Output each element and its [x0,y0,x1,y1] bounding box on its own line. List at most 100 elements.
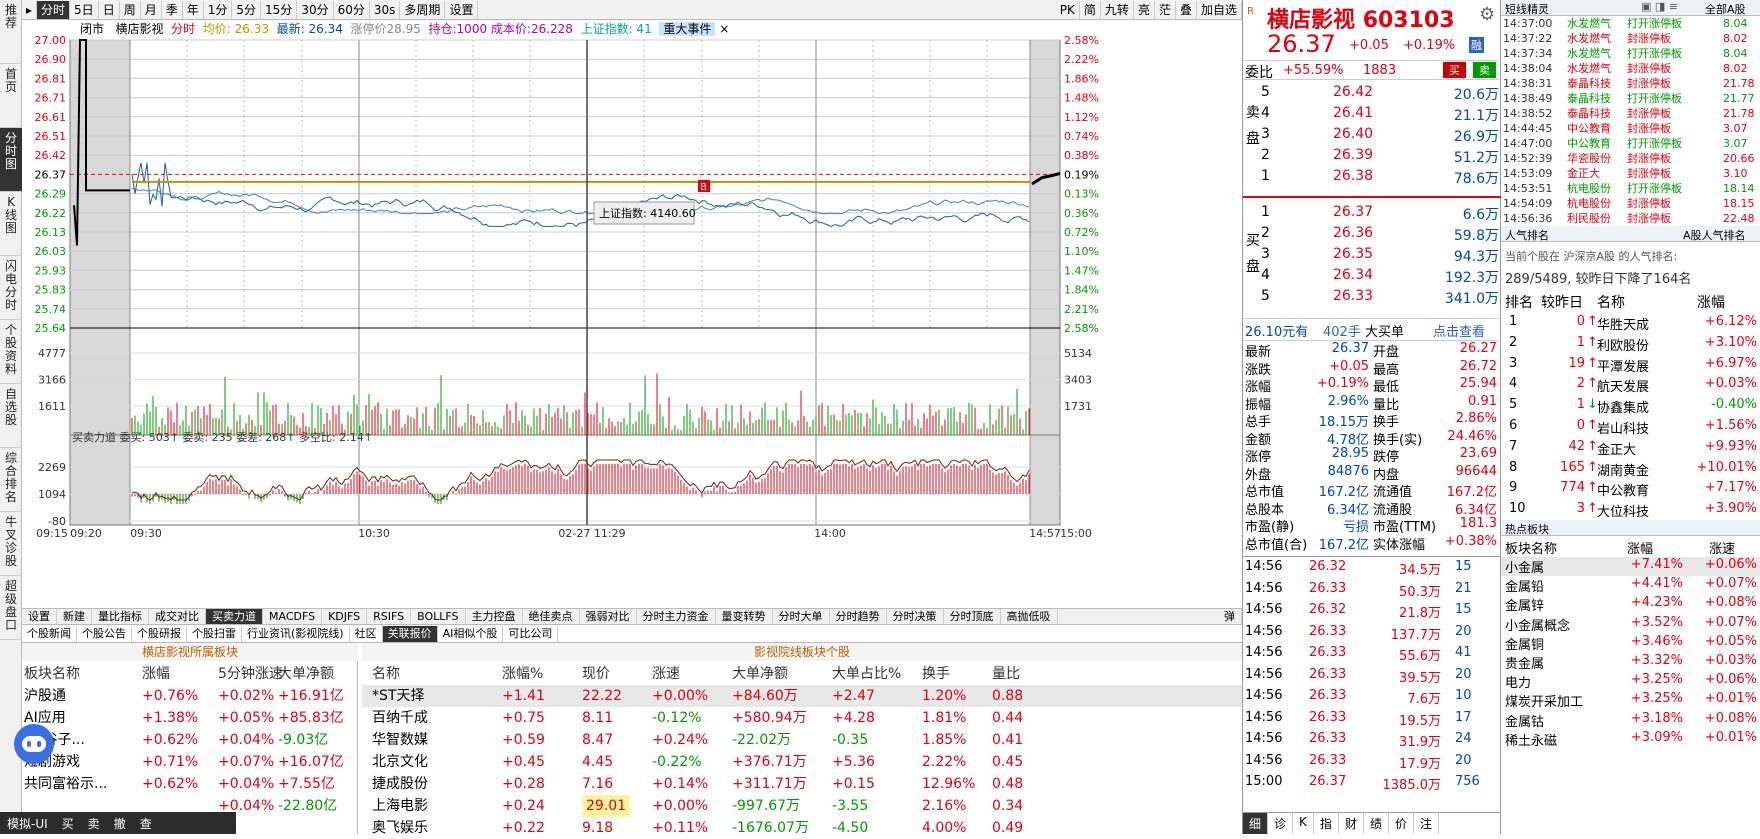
hot-row[interactable]: 金属锌 +4.23% +0.08% [1501,595,1760,614]
period-tab-3[interactable]: 周 [120,0,141,19]
status-item-3[interactable]: 撤 [107,815,133,832]
elves-row[interactable]: 14:37:34 水发燃气 打开涨停板 8.04 [1501,46,1760,61]
info-tab-5[interactable]: 社区 [350,625,383,642]
period-tab-5[interactable]: 季 [162,0,183,19]
info-tab-3[interactable]: 个股扫雷 [187,625,242,642]
elves-row[interactable]: 14:53:09 金正大 封涨停板 3.10 [1501,166,1760,181]
stock-row[interactable]: *ST天择 +1.41 22.22 +0.00% +84.60万 +2.47 1.20% 0.… [362,685,1242,707]
status-item-1[interactable]: 买 [55,815,81,832]
period-tab-9[interactable]: 15分 [261,0,298,19]
hot-row[interactable]: 金属钴 +3.18% +0.08% [1501,711,1760,730]
nav-item-3[interactable]: K线图 [0,192,22,256]
buy-button[interactable]: 买 [1443,62,1466,78]
top-right-tab-5[interactable]: 叠 [1176,0,1197,19]
popularity-row[interactable]: 10 3 ↑ 大位科技 +3.90% [1501,501,1760,521]
nav-item-4[interactable]: 闪电分时 [0,256,22,320]
assistant-bot-icon[interactable] [14,724,54,764]
indicator-tab-18[interactable]: 高抛低吸 [1001,609,1058,624]
stock-row[interactable]: 上海电影 +0.24 29.01 +0.00% -997.67万 -3.55 2.16% 0.… [362,795,1242,817]
gear-icon[interactable]: ⚙ [1479,4,1495,25]
indicator-tab-10[interactable]: 绝佳卖点 [523,609,580,624]
quote-tab-0[interactable]: 细 [1243,813,1269,834]
hot-row[interactable]: 贵金属 +3.32% +0.03% [1501,653,1760,672]
indicator-tab-11[interactable]: 强弱对比 [580,609,637,624]
info-tab-8[interactable]: 可比公司 [503,625,559,642]
big-order-view-link[interactable]: 点击查看 [1433,321,1485,340]
elves-row[interactable]: 14:53:51 杭电股份 打开涨停板 18.14 [1501,181,1760,196]
nav-item-1[interactable]: 首页 [0,64,22,128]
ask-row[interactable]: 2 26.39 51.2万 [1261,145,1501,166]
hot-row[interactable]: 煤炭开采加工 +3.25% +0.01% [1501,691,1760,710]
top-right-tab-0[interactable]: PK [1056,0,1080,19]
stock-row[interactable]: 北京文化 +0.45 4.45 -0.22% +376.71万 +5.36 2.22% 0.4… [362,751,1242,773]
bid-row[interactable]: 3 26.35 94.3万 [1261,244,1501,265]
intraday-chart-svg[interactable]: 27.00 2.58% 26.90 2.22% 26.81 1.86% 26.71 1.48%… [22,20,1242,605]
stock-row[interactable]: 捷成股份 +0.28 7.16 +0.14% +311.71万 +0.15 12.96% 0.… [362,773,1242,795]
nav-item-8[interactable]: 牛叉诊股 [0,512,22,576]
elves-row[interactable]: 14:38:31 泰晶科技 封涨停板 21.78 [1501,76,1760,91]
period-tab-12[interactable]: 30s [370,0,401,19]
popularity-row[interactable]: 5 1 ↓ 协鑫集成 -0.40% [1501,397,1760,417]
indicator-tab-1[interactable]: 新建 [57,609,92,624]
indicator-tab-2[interactable]: 量比指标 [92,609,149,624]
bid-row[interactable]: 4 26.34 192.3万 [1261,265,1501,286]
nav-item-0[interactable]: 推荐 [0,0,22,64]
quote-tab-1[interactable]: 诊 [1268,813,1294,834]
indicator-tab-9[interactable]: 主力控盘 [466,609,523,624]
popularity-row[interactable]: 6 0 ↑ 岩山科技 +1.56% [1501,418,1760,438]
popularity-filter[interactable]: A股人气排名 [1683,227,1746,243]
period-tab-2[interactable]: 日 [99,0,120,19]
bid-row[interactable]: 5 26.33 341.0万 [1261,286,1501,307]
top-right-tab-6[interactable]: 加自选 [1197,0,1242,19]
info-tab-4[interactable]: 行业资讯(影视院线) [242,625,350,642]
quote-tab-3[interactable]: 指 [1314,813,1339,834]
hot-row[interactable]: 小金属概念 +3.52% +0.07% [1501,615,1760,634]
popularity-row[interactable]: 3 19 ↑ 平潭发展 +6.97% [1501,356,1760,376]
period-tab-0[interactable]: 分时 [37,0,71,19]
popularity-row[interactable]: 7 42 ↑ 金正大 +9.93% [1501,439,1760,459]
status-item-2[interactable]: 卖 [81,815,107,832]
elves-row[interactable]: 14:44:45 中公教育 封涨停板 3.07 [1501,121,1760,136]
period-tab-6[interactable]: 年 [183,0,204,19]
period-tab-13[interactable]: 多周期 [400,0,446,19]
quote-tab-6[interactable]: 价 [1389,813,1414,834]
elves-row[interactable]: 14:38:04 水发燃气 封涨停板 8.02 [1501,61,1760,76]
popularity-row[interactable]: 1 0 ↑ 华胜天成 +6.12% [1501,314,1760,334]
stock-row[interactable]: 奥飞娱乐 +0.22 9.18 +0.11% -1676.07万 -4.50 4.00% 0.… [362,817,1242,839]
hot-row[interactable]: 小金属 +7.41% +0.06% [1501,557,1760,576]
popup-toggle[interactable]: 弹 [1218,609,1242,624]
quote-tab-5[interactable]: 绩 [1364,813,1389,834]
elves-row[interactable]: 14:38:49 泰晶科技 打开涨停板 21.77 [1501,91,1760,106]
indicator-tab-12[interactable]: 分时主力资金 [637,609,716,624]
top-right-tab-2[interactable]: 九转 [1101,0,1134,19]
hot-row[interactable]: 金属铜 +3.46% +0.05% [1501,634,1760,653]
elves-row[interactable]: 14:37:00 水发燃气 打开涨停板 8.04 [1501,16,1760,31]
sector-row[interactable]: 沪股通 +0.76% +0.02% +16.91亿 [22,685,358,707]
sell-button[interactable]: 卖 [1473,62,1496,78]
popularity-row[interactable]: 9 774 ↑ 中公教育 +7.17% [1501,480,1760,500]
info-tab-0[interactable]: 个股新闻 [22,625,77,642]
info-tab-6[interactable]: 关联报价 [382,625,438,642]
indicator-tab-17[interactable]: 分时顶底 [944,609,1001,624]
period-tab-8[interactable]: 5分 [232,0,262,19]
popularity-row[interactable]: 8 165 ↑ 湖南黄金 +10.01% [1501,460,1760,480]
short-elves-tools-icon[interactable]: ▣ ◨ ≡ [1641,0,1678,13]
indicator-tab-7[interactable]: RSIFS [367,609,412,624]
indicator-tab-14[interactable]: 分时大单 [773,609,830,624]
bid-row[interactable]: 2 26.36 59.8万 [1261,223,1501,244]
intraday-chart[interactable]: 27.00 2.58% 26.90 2.22% 26.81 1.86% 26.71 1.48%… [22,20,1242,605]
short-elves-filter[interactable]: 全部A股 [1705,1,1746,17]
sector-row[interactable]: AI应用 +1.38% +0.05% +85.83亿 [22,707,358,729]
info-tab-2[interactable]: 个股研报 [132,625,187,642]
quote-tab-4[interactable]: 财 [1339,813,1364,834]
elves-row[interactable]: 14:37:22 水发燃气 封涨停板 8.02 [1501,31,1760,46]
major-event-button[interactable]: 重大事件 [659,22,716,36]
period-tab-4[interactable]: 月 [141,0,162,19]
sector-row[interactable]: 短剧游戏 +0.71% +0.07% +16.07亿 [22,751,358,773]
indicator-tab-4[interactable]: 买卖力道 [206,609,263,624]
indicator-tab-15[interactable]: 分时趋势 [830,609,887,624]
hot-row[interactable]: 电力 +3.25% +0.06% [1501,672,1760,691]
hot-row[interactable]: 金属铅 +4.41% +0.07% [1501,576,1760,595]
period-tab-10[interactable]: 30分 [297,0,334,19]
popularity-row[interactable]: 4 2 ↑ 航天发展 +0.03% [1501,376,1760,396]
